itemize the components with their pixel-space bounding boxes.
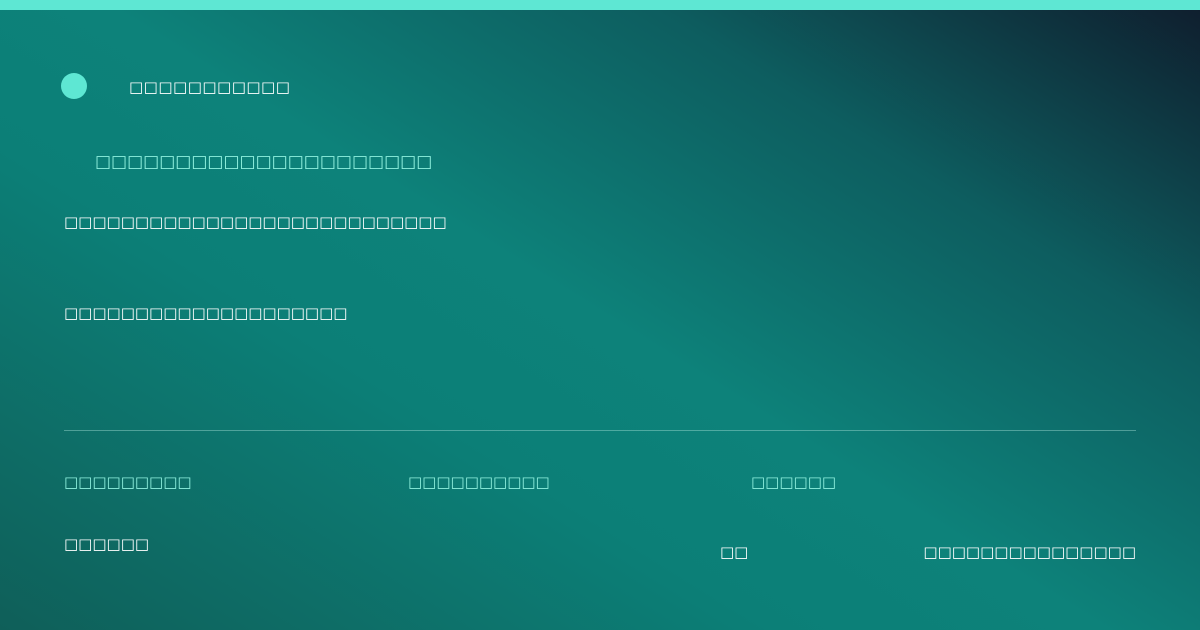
brand-name: □□□□□□□□□□□ [129, 78, 291, 96]
top-accent-bar [0, 0, 1200, 10]
footer-right-text: □□□□□□□□□□□□□□□ [923, 543, 1136, 561]
meta-item-1: □□□□□□□□□ [64, 473, 192, 491]
hero-subline: □□□□□□□□□□□□□□□□□□□□ [64, 304, 348, 322]
circle-logo-icon [61, 73, 87, 99]
footer-left-text: □□□□□□ [64, 535, 150, 553]
hero-headline: □□□□□□□□□□□□□□□□□□□□□□□□□□□ [64, 213, 447, 231]
hero-kicker: □□□□□□□□□□□□□□□□□□□□□ [95, 152, 433, 172]
meta-item-3: □□□□□□ [751, 473, 837, 491]
social-card: □□□□□□□□□□□ □□□□□□□□□□□□□□□□□□□□□ □□□□□□… [0, 0, 1200, 630]
divider [64, 430, 1136, 431]
footer-middle-text: □□ [720, 543, 749, 561]
meta-item-2: □□□□□□□□□□ [408, 473, 550, 491]
